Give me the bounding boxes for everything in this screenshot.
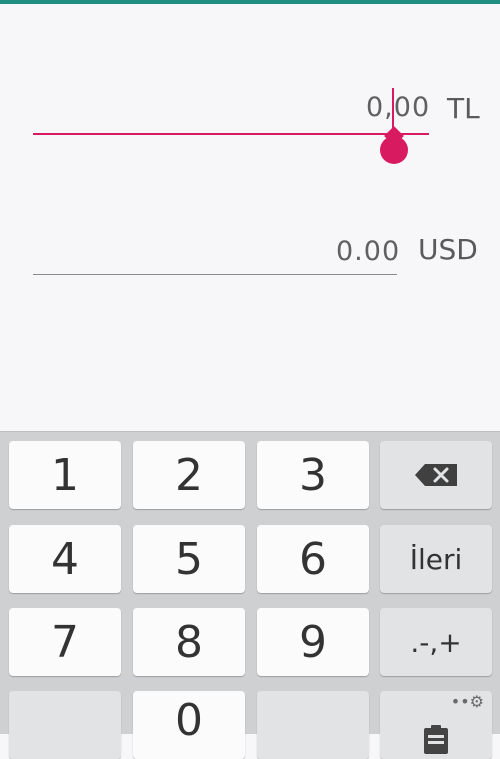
usd-amount-input[interactable]: 0.00 [336,236,400,267]
converter-content: 0,00 TL 0.00 USD [0,4,500,431]
key-9[interactable]: 9 [257,608,369,676]
key-4[interactable]: 4 [9,525,121,593]
next-button[interactable]: İleri [380,525,492,593]
blank-key-right[interactable] [257,691,369,759]
clipboard-icon [424,725,448,754]
key-7[interactable]: 7 [9,608,121,676]
backspace-button[interactable] [380,441,492,509]
tl-amount-input[interactable]: 0,00 [366,92,430,123]
tl-currency-label: TL [447,92,480,125]
key-1[interactable]: 1 [9,441,121,509]
usd-currency-label: USD [418,233,478,266]
symbols-button[interactable]: .-,+ [380,608,492,676]
settings-gear-icon: ••⚙ [450,692,484,711]
numeric-keyboard: 1 2 3 4 5 6 İleri 7 8 9 .-,+ 0 ••⚙ [0,431,500,759]
key-6[interactable]: 6 [257,525,369,593]
key-0[interactable]: 0 [133,691,245,759]
key-5[interactable]: 5 [133,525,245,593]
key-2[interactable]: 2 [133,441,245,509]
blank-key-left[interactable] [9,691,121,759]
usd-underline [33,274,397,275]
key-8[interactable]: 8 [133,608,245,676]
backspace-icon [415,464,457,486]
tl-underline [33,133,429,135]
clipboard-button[interactable]: ••⚙ [380,691,492,759]
key-3[interactable]: 3 [257,441,369,509]
cursor-handle[interactable] [380,136,408,164]
